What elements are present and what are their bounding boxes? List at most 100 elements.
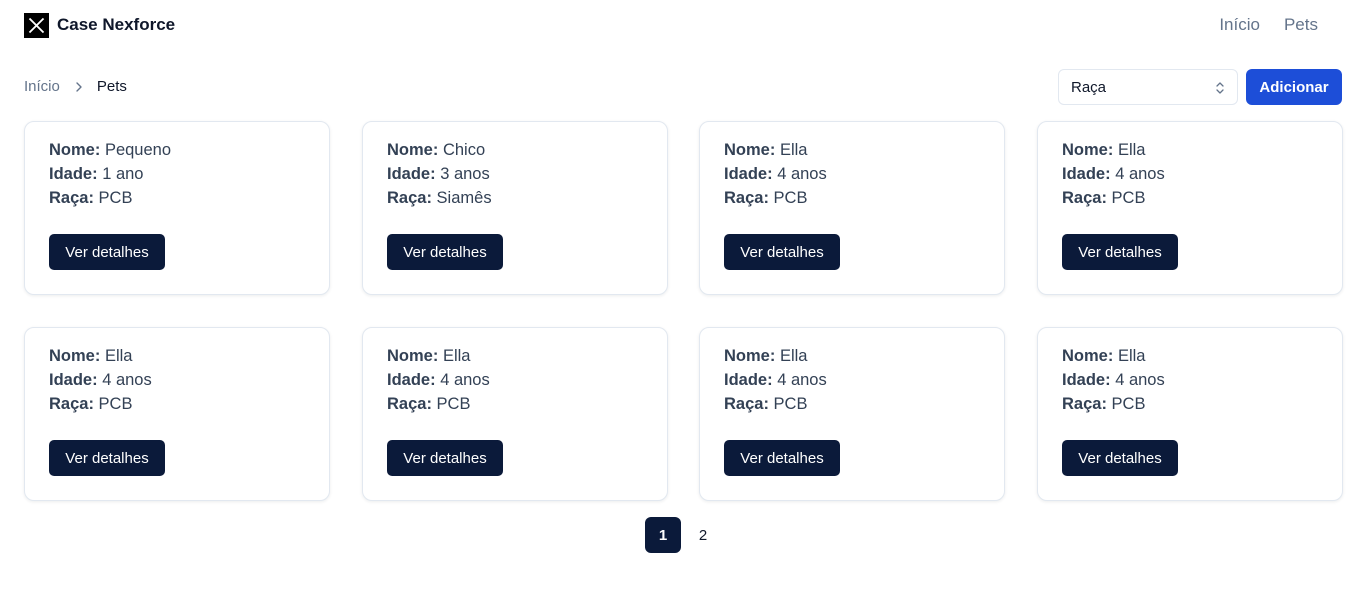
pet-age: 1 ano xyxy=(102,165,144,183)
pet-breed-row: Raça: Siamês xyxy=(387,189,492,208)
breed-filter-value: Raça xyxy=(1071,78,1107,96)
x-logo-icon[interactable] xyxy=(24,13,49,38)
pet-card: Nome: Ella Idade: 4 anos Raça: PCB Ver d… xyxy=(362,327,668,501)
pet-breed: PCB xyxy=(773,395,808,413)
breed-label: Raça: xyxy=(49,395,94,413)
name-label: Nome: xyxy=(49,347,101,365)
pet-card: Nome: Chico Idade: 3 anos Raça: Siamês V… xyxy=(362,121,668,295)
page-button-1[interactable]: 1 xyxy=(645,517,681,553)
pet-age-row: Idade: 4 anos xyxy=(387,371,490,390)
pet-age-row: Idade: 1 ano xyxy=(49,165,143,184)
pet-name: Chico xyxy=(442,141,486,159)
view-details-button[interactable]: Ver detalhes xyxy=(49,234,165,270)
breadcrumb-current: Pets xyxy=(96,78,127,95)
brand-name[interactable]: Case Nexforce xyxy=(57,15,175,35)
pet-breed-row: Raça: PCB xyxy=(1062,395,1145,414)
pet-name: Ella xyxy=(104,347,133,365)
pet-name: Pequeno xyxy=(104,141,172,159)
pet-breed-row: Raça: PCB xyxy=(1062,189,1145,208)
pet-breed: Siamês xyxy=(436,189,492,207)
pet-card: Nome: Ella Idade: 4 anos Raça: PCB Ver d… xyxy=(24,327,330,501)
pet-age-row: Idade: 4 anos xyxy=(724,165,827,184)
pet-name-row: Nome: Ella xyxy=(724,347,807,366)
age-label: Idade: xyxy=(387,165,436,183)
pet-breed: PCB xyxy=(436,395,471,413)
view-details-button[interactable]: Ver detalhes xyxy=(387,440,503,476)
pet-breed-row: Raça: PCB xyxy=(724,395,807,414)
pet-age: 4 anos xyxy=(440,371,490,389)
age-label: Idade: xyxy=(1062,371,1111,389)
pet-age: 4 anos xyxy=(1115,165,1165,183)
pet-card: Nome: Ella Idade: 4 anos Raça: PCB Ver d… xyxy=(699,327,1005,501)
name-label: Nome: xyxy=(387,347,439,365)
breed-label: Raça: xyxy=(387,395,432,413)
view-details-button[interactable]: Ver detalhes xyxy=(1062,234,1178,270)
pet-name-row: Nome: Ella xyxy=(724,141,807,160)
age-label: Idade: xyxy=(724,371,773,389)
pet-name-row: Nome: Pequeno xyxy=(49,141,171,160)
pet-breed-row: Raça: PCB xyxy=(387,395,470,414)
breed-label: Raça: xyxy=(387,189,432,207)
age-label: Idade: xyxy=(49,165,98,183)
breed-label: Raça: xyxy=(1062,189,1107,207)
pet-age: 4 anos xyxy=(1115,371,1165,389)
view-details-button[interactable]: Ver detalhes xyxy=(724,234,840,270)
pet-name-row: Nome: Ella xyxy=(49,347,132,366)
pet-name: Ella xyxy=(779,347,808,365)
age-label: Idade: xyxy=(387,371,436,389)
view-details-button[interactable]: Ver detalhes xyxy=(1062,440,1178,476)
pet-card: Nome: Pequeno Idade: 1 ano Raça: PCB Ver… xyxy=(24,121,330,295)
nav-link-inicio[interactable]: Início xyxy=(1219,15,1260,35)
pet-breed: PCB xyxy=(773,189,808,207)
name-label: Nome: xyxy=(1062,347,1114,365)
pet-age: 4 anos xyxy=(777,371,827,389)
nav-link-pets[interactable]: Pets xyxy=(1284,15,1318,35)
pet-breed: PCB xyxy=(98,189,133,207)
add-pet-button[interactable]: Adicionar xyxy=(1246,69,1342,105)
chevron-right-icon xyxy=(73,81,85,93)
pet-name-row: Nome: Ella xyxy=(1062,347,1145,366)
name-label: Nome: xyxy=(387,141,439,159)
top-bar: Case Nexforce Início Pets xyxy=(0,0,1366,50)
name-label: Nome: xyxy=(724,347,776,365)
view-details-button[interactable]: Ver detalhes xyxy=(49,440,165,476)
pet-name-row: Nome: Chico xyxy=(387,141,485,160)
name-label: Nome: xyxy=(724,141,776,159)
pagination: 1 2 xyxy=(645,517,721,553)
pet-breed-row: Raça: PCB xyxy=(49,189,132,208)
pet-age: 4 anos xyxy=(102,371,152,389)
pet-breed: PCB xyxy=(1111,395,1146,413)
top-nav: Início Pets xyxy=(1219,15,1318,35)
breadcrumb-home-link[interactable]: Início xyxy=(24,78,60,95)
pet-name: Ella xyxy=(442,347,471,365)
pet-age-row: Idade: 3 anos xyxy=(387,165,490,184)
name-label: Nome: xyxy=(49,141,101,159)
breed-label: Raça: xyxy=(49,189,94,207)
pet-name-row: Nome: Ella xyxy=(387,347,470,366)
breed-label: Raça: xyxy=(724,189,769,207)
x-logo-glyph xyxy=(28,17,45,34)
age-label: Idade: xyxy=(49,371,98,389)
breed-filter-select[interactable]: Raça xyxy=(1058,69,1238,105)
pet-card: Nome: Ella Idade: 4 anos Raça: PCB Ver d… xyxy=(1037,121,1343,295)
age-label: Idade: xyxy=(1062,165,1111,183)
view-details-button[interactable]: Ver detalhes xyxy=(387,234,503,270)
pet-age-row: Idade: 4 anos xyxy=(724,371,827,390)
chevron-up-down-icon xyxy=(1216,82,1224,94)
pet-breed: PCB xyxy=(98,395,133,413)
pet-age-row: Idade: 4 anos xyxy=(1062,371,1165,390)
pet-card: Nome: Ella Idade: 4 anos Raça: PCB Ver d… xyxy=(1037,327,1343,501)
view-details-button[interactable]: Ver detalhes xyxy=(724,440,840,476)
breed-label: Raça: xyxy=(1062,395,1107,413)
age-label: Idade: xyxy=(724,165,773,183)
page-button-2[interactable]: 2 xyxy=(685,517,721,553)
pet-name: Ella xyxy=(779,141,808,159)
breadcrumb: Início Pets xyxy=(24,78,127,95)
breed-label: Raça: xyxy=(724,395,769,413)
name-label: Nome: xyxy=(1062,141,1114,159)
pet-breed-row: Raça: PCB xyxy=(49,395,132,414)
pet-name-row: Nome: Ella xyxy=(1062,141,1145,160)
pet-age: 4 anos xyxy=(777,165,827,183)
pet-age-row: Idade: 4 anos xyxy=(1062,165,1165,184)
pet-breed-row: Raça: PCB xyxy=(724,189,807,208)
